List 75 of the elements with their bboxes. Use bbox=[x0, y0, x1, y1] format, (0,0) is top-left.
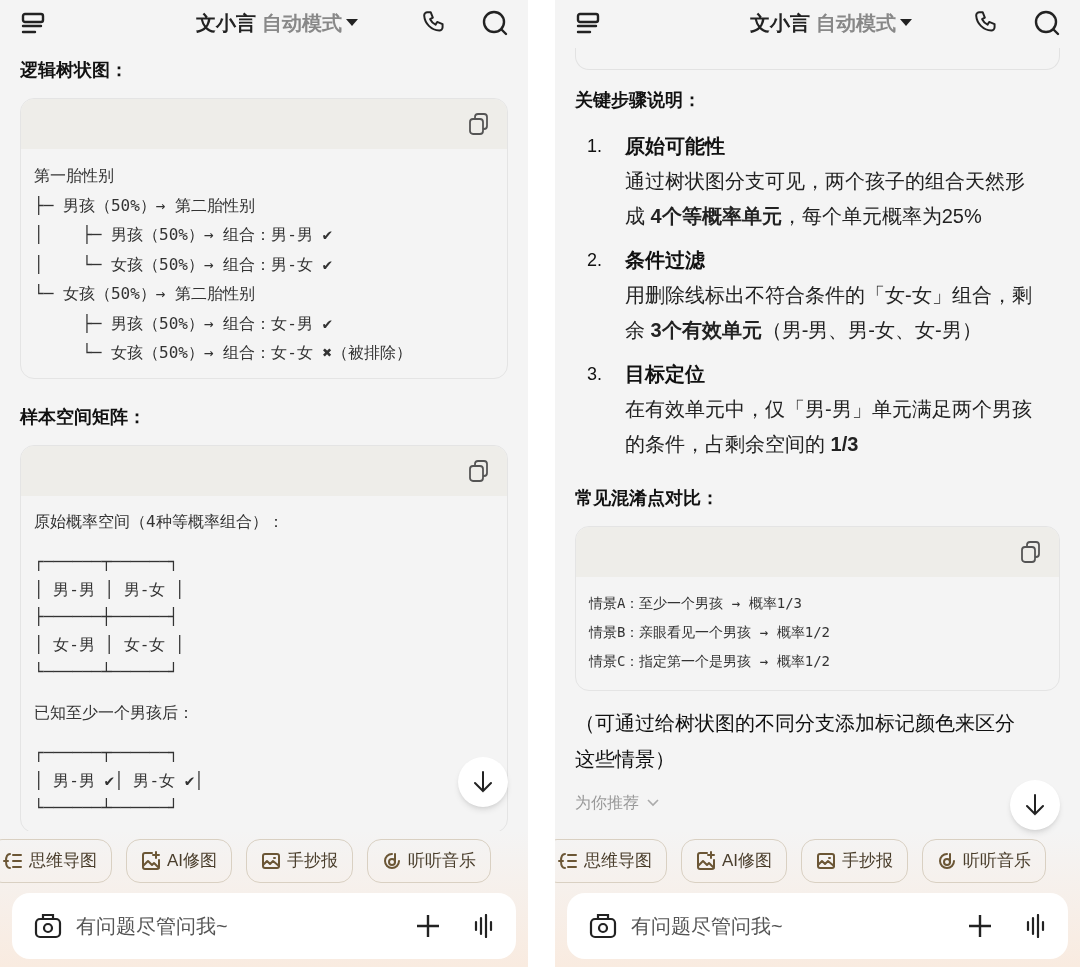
camera-icon[interactable] bbox=[34, 913, 62, 939]
shortcut-chip[interactable]: 手抄报 bbox=[801, 839, 909, 883]
section-heading: 关键步骤说明： bbox=[575, 89, 702, 112]
input-field[interactable]: 有问题尽管问我~ bbox=[567, 893, 1068, 959]
step-description: 用删除线标出不符合条件的「女-女」组合，剩余 3个有效单元（男-男、男-女、女-男） bbox=[625, 283, 1033, 343]
code-line: 第一胎性别 bbox=[34, 165, 114, 187]
camera-icon[interactable] bbox=[589, 913, 617, 939]
section-heading: 常见混淆点对比： bbox=[575, 487, 720, 510]
code-line: │ 男-男 │ 男-女 │ bbox=[34, 578, 185, 601]
code-line: ├──────┼──────┤ bbox=[34, 606, 179, 628]
note-paragraph: （可通过给树状图的不同分支添加标记颜色来区分这些情景） bbox=[575, 711, 1016, 772]
copy-icon[interactable] bbox=[469, 113, 489, 135]
code-line: ├─ 男孩（50%）→ 第二胎性别 bbox=[34, 194, 256, 217]
copy-icon[interactable] bbox=[469, 459, 489, 482]
step-number: 2. bbox=[587, 249, 603, 272]
picture-frame-icon bbox=[261, 851, 282, 871]
assistant-name: 文小言 bbox=[196, 11, 256, 36]
plus-icon[interactable] bbox=[416, 914, 440, 938]
step-number: 1. bbox=[587, 135, 603, 158]
step-title: 原始可能性 bbox=[625, 134, 725, 159]
step-description: 通过树状图分支可见，两个孩子的组合天然形成 4个等概率单元，每个单元概率为25% bbox=[625, 169, 1026, 229]
code-line: 情景A：至少一个男孩 → 概率1/3 bbox=[589, 594, 802, 613]
code-line: └─ 女孩（50%）→ 组合：女-女 ✖（被排除） bbox=[81, 342, 413, 364]
chevron-down-icon bbox=[647, 799, 659, 807]
shortcut-chip[interactable]: 听听音乐 bbox=[367, 839, 492, 883]
code-line: └──────┴──────┘ bbox=[34, 661, 179, 683]
image-sparkle-icon bbox=[696, 851, 716, 871]
code-line: └─ 女孩（50%）→ 第二胎性别 bbox=[34, 283, 256, 305]
search-icon[interactable] bbox=[1034, 10, 1060, 36]
code-line: ├─ 男孩（50%）→ 组合：女-男 ✔ bbox=[81, 312, 333, 335]
code-line: │ ├─ 男孩（50%）→ 组合：男-男 ✔ bbox=[34, 224, 333, 246]
image-sparkle-icon bbox=[141, 851, 161, 871]
code-line: ┌──────┬──────┐ bbox=[34, 742, 179, 764]
code-line: │ 男-男 ✔│ 男-女 ✔│ bbox=[34, 769, 204, 792]
copy-icon[interactable] bbox=[1021, 541, 1041, 563]
shortcut-chip[interactable]: 听听音乐 bbox=[922, 839, 1047, 883]
picture-frame-icon bbox=[816, 851, 837, 871]
code-line: │ 女-男 │ 女-女 │ bbox=[34, 633, 185, 656]
music-disc-icon bbox=[382, 851, 403, 871]
plus-icon[interactable] bbox=[968, 914, 992, 938]
step-description: 在有效单元中，仅「男-男」单元满足两个男孩的条件，占剩余空间的 1/3 bbox=[625, 397, 1033, 457]
voice-wave-icon[interactable] bbox=[1026, 914, 1046, 938]
menu-icon[interactable] bbox=[20, 11, 46, 35]
shortcut-chip[interactable]: AI修图 bbox=[681, 839, 788, 883]
step-number: 3. bbox=[587, 363, 603, 386]
search-icon[interactable] bbox=[482, 10, 508, 36]
shortcut-chip[interactable]: 思维导图 bbox=[0, 839, 112, 883]
message-input[interactable]: 有问题尽管问我~ bbox=[76, 911, 402, 941]
code-line: 情景C：指定第一个是男孩 → 概率1/2 bbox=[589, 652, 830, 671]
scroll-down-button[interactable] bbox=[1010, 780, 1060, 830]
menu-icon[interactable] bbox=[575, 11, 601, 35]
music-disc-icon bbox=[937, 851, 958, 871]
assistant-name: 文小言 bbox=[749, 11, 810, 36]
code-line: 情景B：亲眼看见一个男孩 → 概率1/2 bbox=[589, 623, 830, 642]
code-line: 已知至少一个男孩后： bbox=[34, 701, 194, 724]
shortcut-chip[interactable]: 手抄报 bbox=[246, 839, 354, 883]
shortcut-chip[interactable]: AI修图 bbox=[126, 839, 233, 883]
step-title: 条件过滤 bbox=[625, 248, 705, 273]
caret-icon bbox=[899, 19, 912, 27]
step-title: 目标定位 bbox=[625, 362, 705, 387]
arrow-down-icon bbox=[474, 771, 492, 793]
code-line: └──────┴──────┘ bbox=[34, 797, 179, 819]
code-line: │ └─ 女孩（50%）→ 组合：男-女 ✔ bbox=[34, 253, 333, 276]
caret-icon bbox=[346, 19, 358, 27]
message-input[interactable]: 有问题尽管问我~ bbox=[631, 911, 954, 941]
section-heading: 样本空间矩阵： bbox=[20, 405, 147, 429]
code-line: ┌──────┬──────┐ bbox=[34, 551, 179, 573]
voice-wave-icon[interactable] bbox=[474, 914, 494, 938]
code-line: 原始概率空间（4种等概率组合）： bbox=[34, 510, 284, 533]
input-field[interactable]: 有问题尽管问我~ bbox=[12, 893, 516, 959]
section-heading: 逻辑树状图： bbox=[20, 59, 129, 82]
mind-map-icon bbox=[3, 851, 23, 871]
shortcut-chip[interactable]: 思维导图 bbox=[555, 839, 667, 883]
arrow-down-icon bbox=[1026, 794, 1044, 816]
mind-map-icon bbox=[558, 851, 578, 871]
